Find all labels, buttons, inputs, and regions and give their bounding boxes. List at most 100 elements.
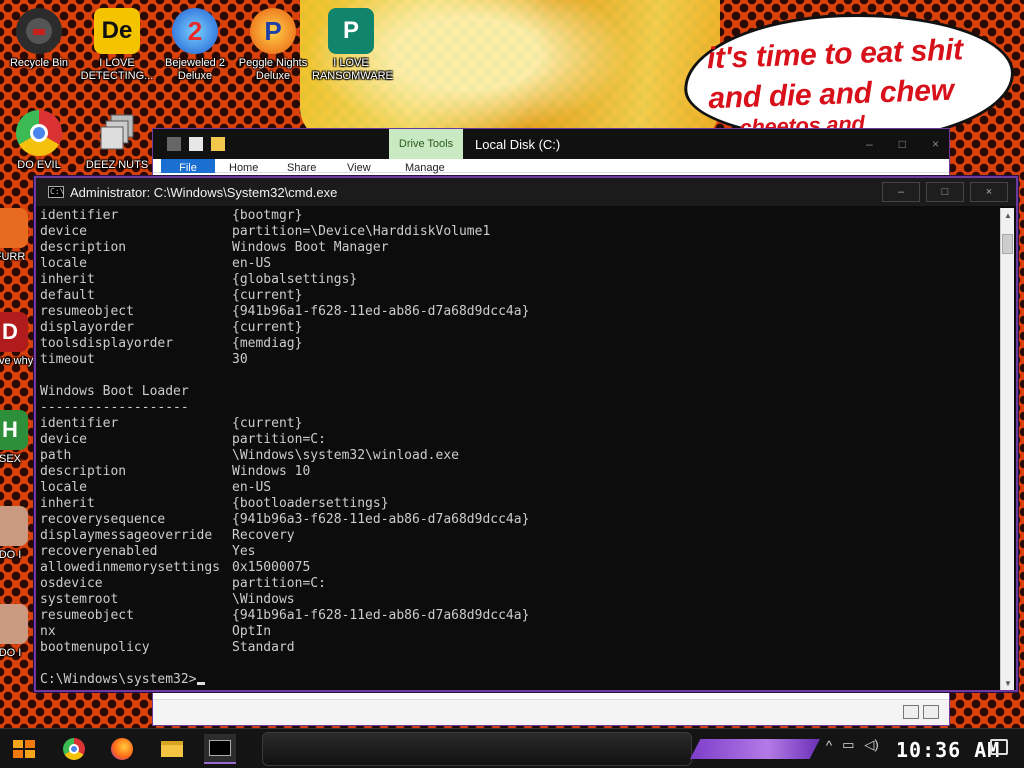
- console-line: systemroot \Windows: [40, 592, 998, 608]
- boot-loader-section: identifier {current} device partition=C: pat…: [40, 416, 998, 656]
- taskbar-accent-stripe: [690, 739, 820, 759]
- console-line: description Windows Boot Manager: [40, 240, 998, 256]
- face-icon: [0, 506, 28, 546]
- taskbar-chrome[interactable]: [58, 734, 90, 764]
- boot-loader-separator: -------------------: [40, 400, 189, 415]
- volume-icon[interactable]: ◁): [864, 737, 878, 753]
- desktop-icon-deez-nuts[interactable]: DEEZ NUTS: [78, 110, 156, 172]
- setting-value: Standard: [232, 640, 295, 655]
- setting-value: {941b96a1-f628-11ed-ab86-d7a68d9dcc4a}: [232, 304, 530, 319]
- explorer-ribbon: File Home Share View Manage: [153, 159, 949, 174]
- setting-value: Windows Boot Manager: [232, 240, 389, 255]
- desktop-icon-do-evil[interactable]: DO EVIL: [0, 110, 78, 172]
- cmd-titlebar[interactable]: C:\ Administrator: C:\Windows\System32\c…: [36, 178, 1016, 206]
- fox-icon: [0, 208, 28, 248]
- taskbar-firefox[interactable]: [106, 734, 138, 764]
- setting-value: 0x15000075: [232, 560, 311, 575]
- tab-file[interactable]: File: [161, 159, 215, 174]
- details-view-icon[interactable]: [903, 705, 919, 719]
- scroll-down-arrow-icon[interactable]: ▼: [1001, 676, 1015, 690]
- notification-icon[interactable]: [990, 739, 1008, 755]
- properties-icon[interactable]: [189, 137, 203, 151]
- tab-share[interactable]: Share: [287, 162, 316, 174]
- cmd-window[interactable]: C:\ Administrator: C:\Windows\System32\c…: [34, 176, 1018, 692]
- chevron-up-icon[interactable]: ^: [826, 738, 832, 753]
- console-line: inherit {globalsettings}: [40, 272, 998, 288]
- desktop-icon-label: DEEZ NUTS: [85, 159, 149, 171]
- start-button[interactable]: [6, 735, 42, 763]
- scroll-up-arrow-icon[interactable]: ▲: [1001, 208, 1015, 222]
- maximize-button[interactable]: □: [926, 182, 964, 202]
- setting-key: bootmenupolicy: [40, 640, 150, 655]
- taskbar-clock[interactable]: 10:36 AM: [896, 738, 1000, 762]
- setting-key: nx: [40, 624, 56, 639]
- setting-key: recoveryenabled: [40, 544, 158, 559]
- tab-home[interactable]: Home: [229, 162, 258, 174]
- cmd-window-controls: – □ ×: [882, 182, 1008, 202]
- console-line: identifier {current}: [40, 416, 998, 432]
- network-icon[interactable]: ▭: [842, 737, 854, 753]
- close-button[interactable]: ×: [970, 182, 1008, 202]
- face-icon: [0, 604, 28, 644]
- setting-key: resumeobject: [40, 608, 134, 623]
- setting-key: locale: [40, 480, 87, 495]
- command-prompt[interactable]: C:\Windows\system32>: [40, 672, 998, 688]
- console-line: recoveryenabled Yes: [40, 544, 998, 560]
- console-line: identifier {bootmgr}: [40, 208, 998, 224]
- console-line: allowedinmemorysettings 0x15000075: [40, 560, 998, 576]
- setting-value: {memdiag}: [232, 336, 303, 351]
- setting-key: inherit: [40, 496, 95, 511]
- boot-loader-heading: Windows Boot Loader: [40, 384, 189, 399]
- desktop-icon-label: Peggle Nights Deluxe: [238, 57, 308, 82]
- setting-value: Yes: [232, 544, 256, 559]
- console-output[interactable]: identifier {bootmgr} device partition=\Devi…: [40, 208, 998, 690]
- tab-manage[interactable]: Manage: [405, 162, 445, 174]
- setting-value: en-US: [232, 480, 272, 495]
- console-line: path \Windows\system32\winload.exe: [40, 448, 998, 464]
- maximize-icon[interactable]: □: [899, 137, 906, 151]
- close-icon[interactable]: ×: [932, 137, 939, 151]
- console-line: nx OptIn: [40, 624, 998, 640]
- setting-key: allowedinmemorysettings: [40, 560, 221, 575]
- setting-value: 30: [232, 352, 248, 367]
- taskbar-cmd[interactable]: [204, 734, 236, 764]
- setting-key: device: [40, 224, 87, 239]
- console-line: displaymessageoverride Recovery: [40, 528, 998, 544]
- desktop-icon-ransomware[interactable]: P I LOVE RANSOMWARE: [312, 8, 393, 83]
- h-icon: H: [0, 410, 28, 450]
- setting-key: osdevice: [40, 576, 103, 591]
- desktop-icon-de[interactable]: De I LOVE DETECTING...: [78, 8, 156, 83]
- console-line: locale en-US: [40, 256, 998, 272]
- prompt-text: C:\Windows\system32>: [40, 672, 197, 687]
- setting-key: identifier: [40, 208, 119, 223]
- desktop-icon-peggle[interactable]: P Peggle Nights Deluxe: [234, 8, 312, 83]
- quick-access-toolbar: [167, 137, 225, 151]
- large-icons-view-icon[interactable]: [923, 705, 939, 719]
- explorer-window-title: Local Disk (C:): [475, 137, 561, 152]
- de-icon: De: [94, 8, 140, 54]
- taskbar-file-explorer[interactable]: [156, 734, 188, 764]
- setting-value: {941b96a1-f628-11ed-ab86-d7a68d9dcc4a}: [232, 608, 530, 623]
- scroll-thumb[interactable]: [1002, 234, 1013, 254]
- chrome-icon: [16, 110, 62, 156]
- vertical-scrollbar[interactable]: ▲ ▼: [1000, 208, 1014, 690]
- desktop-icon-recycle-bin[interactable]: Recycle Bin: [0, 8, 78, 70]
- text-cursor: [196, 682, 205, 685]
- desktop-icon-label: I LOVE DETECTING...: [80, 57, 154, 82]
- explorer-titlebar[interactable]: Drive Tools Local Disk (C:) – □ ×: [153, 129, 949, 159]
- setting-key: device: [40, 432, 87, 447]
- setting-key: toolsdisplayorder: [40, 336, 174, 351]
- tab-view[interactable]: View: [347, 162, 371, 174]
- console-line: displayorder {current}: [40, 320, 998, 336]
- setting-value: \Windows: [232, 592, 295, 607]
- console-line: resumeobject {941b96a1-f628-11ed-ab86-d7a…: [40, 608, 998, 624]
- console-line: description Windows 10: [40, 464, 998, 480]
- desktop-icon-bejeweled[interactable]: 2 Bejeweled 2 Deluxe: [156, 8, 234, 83]
- minimize-icon[interactable]: –: [866, 137, 873, 151]
- console-line: device partition=C:: [40, 432, 998, 448]
- tab-drive-tools[interactable]: Drive Tools: [389, 129, 463, 159]
- minimize-button[interactable]: –: [882, 182, 920, 202]
- new-folder-icon[interactable]: [211, 137, 225, 151]
- start-logo-icon: [13, 740, 35, 758]
